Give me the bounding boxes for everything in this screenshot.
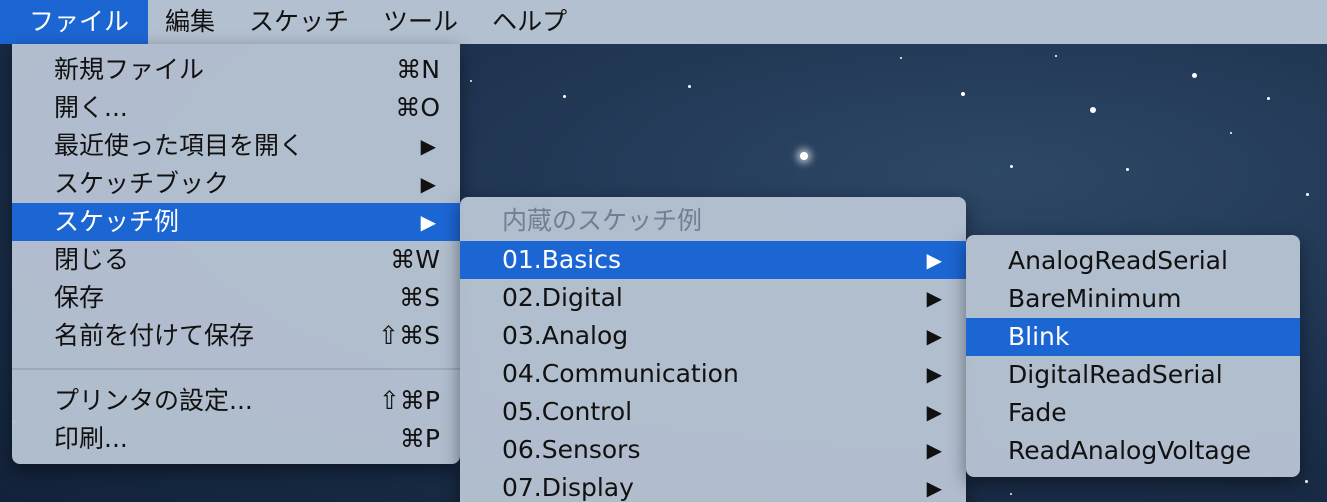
menu-item-label: 最近使った項目を開く	[54, 131, 305, 160]
menu-item-label: DigitalReadSerial	[1008, 360, 1223, 389]
basics-item-digitalreadserial[interactable]: DigitalReadSerial	[966, 356, 1300, 394]
menu-item-label: 名前を付けて保存	[54, 321, 255, 350]
menu-item-shortcut: ⇧⌘P	[378, 386, 440, 415]
star	[800, 152, 808, 160]
menu-item-examples[interactable]: スケッチ例 ▶	[12, 203, 460, 241]
submenu-arrow-icon: ▶	[926, 476, 942, 500]
star	[470, 80, 472, 82]
menu-item-label: 02.Digital	[502, 283, 623, 312]
menu-item-label: BareMinimum	[1008, 284, 1182, 313]
star	[1090, 107, 1096, 113]
submenu-item-control[interactable]: 05.Control ▶	[460, 393, 966, 431]
menu-item-shortcut: ⇧⌘S	[378, 321, 440, 350]
star	[1010, 493, 1012, 495]
menu-item-save[interactable]: 保存 ⌘S	[12, 279, 460, 317]
menu-item-print[interactable]: 印刷... ⌘P	[12, 420, 460, 458]
menu-item-page-setup[interactable]: プリンタの設定... ⇧⌘P	[12, 382, 460, 420]
examples-submenu: 内蔵のスケッチ例 01.Basics ▶ 02.Digital ▶ 03.Ana…	[460, 197, 966, 502]
menu-item-sketchbook[interactable]: スケッチブック ▶	[12, 165, 460, 203]
menu-item-label: AnalogReadSerial	[1008, 246, 1228, 275]
menu-item-label: ReadAnalogVoltage	[1008, 436, 1251, 465]
star	[961, 92, 965, 96]
star	[688, 85, 691, 88]
star	[1306, 193, 1309, 196]
submenu-arrow-icon: ▶	[926, 362, 942, 386]
menu-item-new-file[interactable]: 新規ファイル ⌘N	[12, 51, 460, 89]
menu-item-label: 開く...	[54, 93, 128, 122]
star	[1192, 73, 1197, 78]
menubar-sketch[interactable]: スケッチ	[232, 0, 366, 44]
menu-bar: ファイル 編集 スケッチ ツール ヘルプ	[0, 0, 1327, 44]
submenu-arrow-icon: ▶	[926, 438, 942, 462]
file-menu: 新規ファイル ⌘N 開く... ⌘O 最近使った項目を開く ▶ スケッチブック …	[12, 44, 460, 464]
submenu-arrow-icon: ▶	[420, 172, 436, 196]
menu-item-label: プリンタの設定...	[54, 386, 253, 415]
menu-item-label: Blink	[1008, 322, 1070, 351]
menu-item-label: 06.Sensors	[502, 435, 641, 464]
submenu-item-analog[interactable]: 03.Analog ▶	[460, 317, 966, 355]
menu-item-label: 01.Basics	[502, 245, 621, 274]
submenu-arrow-icon: ▶	[926, 324, 942, 348]
menu-item-save-as[interactable]: 名前を付けて保存 ⇧⌘S	[12, 317, 460, 355]
menu-item-label: スケッチ例	[54, 207, 180, 236]
submenu-item-basics[interactable]: 01.Basics ▶	[460, 241, 966, 279]
menu-item-label: 04.Communication	[502, 359, 739, 388]
submenu-arrow-icon: ▶	[926, 286, 942, 310]
basics-item-readanalogvoltage[interactable]: ReadAnalogVoltage	[966, 432, 1300, 470]
star	[900, 57, 902, 59]
menu-item-shortcut: ⌘O	[395, 93, 440, 122]
menu-item-label: 印刷...	[54, 424, 128, 453]
submenu-arrow-icon: ▶	[926, 400, 942, 424]
menu-item-label: 保存	[54, 283, 105, 312]
menu-item-label: 03.Analog	[502, 321, 629, 350]
menu-item-shortcut: ⌘N	[396, 55, 440, 84]
menu-item-shortcut: ⌘S	[399, 283, 440, 312]
menu-item-label: Fade	[1008, 398, 1067, 427]
menu-item-shortcut: ⌘W	[390, 245, 440, 274]
submenu-arrow-icon: ▶	[420, 210, 436, 234]
submenu-item-sensors[interactable]: 06.Sensors ▶	[460, 431, 966, 469]
menu-item-label: 閉じる	[54, 245, 130, 274]
menu-separator	[12, 368, 460, 370]
menubar-edit[interactable]: 編集	[148, 0, 232, 44]
menubar-help[interactable]: ヘルプ	[475, 0, 584, 44]
basics-item-blink[interactable]: Blink	[966, 318, 1300, 356]
submenu-item-communication[interactable]: 04.Communication ▶	[460, 355, 966, 393]
submenu-item-digital[interactable]: 02.Digital ▶	[460, 279, 966, 317]
menu-item-shortcut: ⌘P	[399, 424, 440, 453]
star	[563, 95, 566, 98]
star	[1126, 168, 1129, 171]
star	[1055, 55, 1057, 57]
menu-item-label: 07.Display	[502, 473, 634, 502]
basics-item-analogreadserial[interactable]: AnalogReadSerial	[966, 242, 1300, 280]
basics-item-fade[interactable]: Fade	[966, 394, 1300, 432]
star	[1010, 165, 1013, 168]
star	[1267, 97, 1270, 100]
submenu-header-label: 内蔵のスケッチ例	[502, 206, 703, 235]
menu-item-open-recent[interactable]: 最近使った項目を開く ▶	[12, 127, 460, 165]
menubar-file[interactable]: ファイル	[0, 0, 149, 44]
menubar-tools[interactable]: ツール	[366, 0, 475, 44]
menu-item-label: スケッチブック	[54, 169, 230, 198]
basics-submenu: AnalogReadSerial BareMinimum Blink Digit…	[966, 235, 1300, 477]
submenu-item-display[interactable]: 07.Display ▶	[460, 469, 966, 502]
submenu-header-builtin-examples: 内蔵のスケッチ例	[460, 202, 966, 240]
star	[1230, 132, 1232, 134]
star	[1305, 480, 1308, 483]
menu-item-label: 新規ファイル	[54, 55, 205, 84]
menu-item-close[interactable]: 閉じる ⌘W	[12, 241, 460, 279]
submenu-arrow-icon: ▶	[420, 134, 436, 158]
basics-item-bareminimum[interactable]: BareMinimum	[966, 280, 1300, 318]
menu-item-label: 05.Control	[502, 397, 633, 426]
submenu-arrow-icon: ▶	[926, 248, 942, 272]
menu-item-open[interactable]: 開く... ⌘O	[12, 89, 460, 127]
